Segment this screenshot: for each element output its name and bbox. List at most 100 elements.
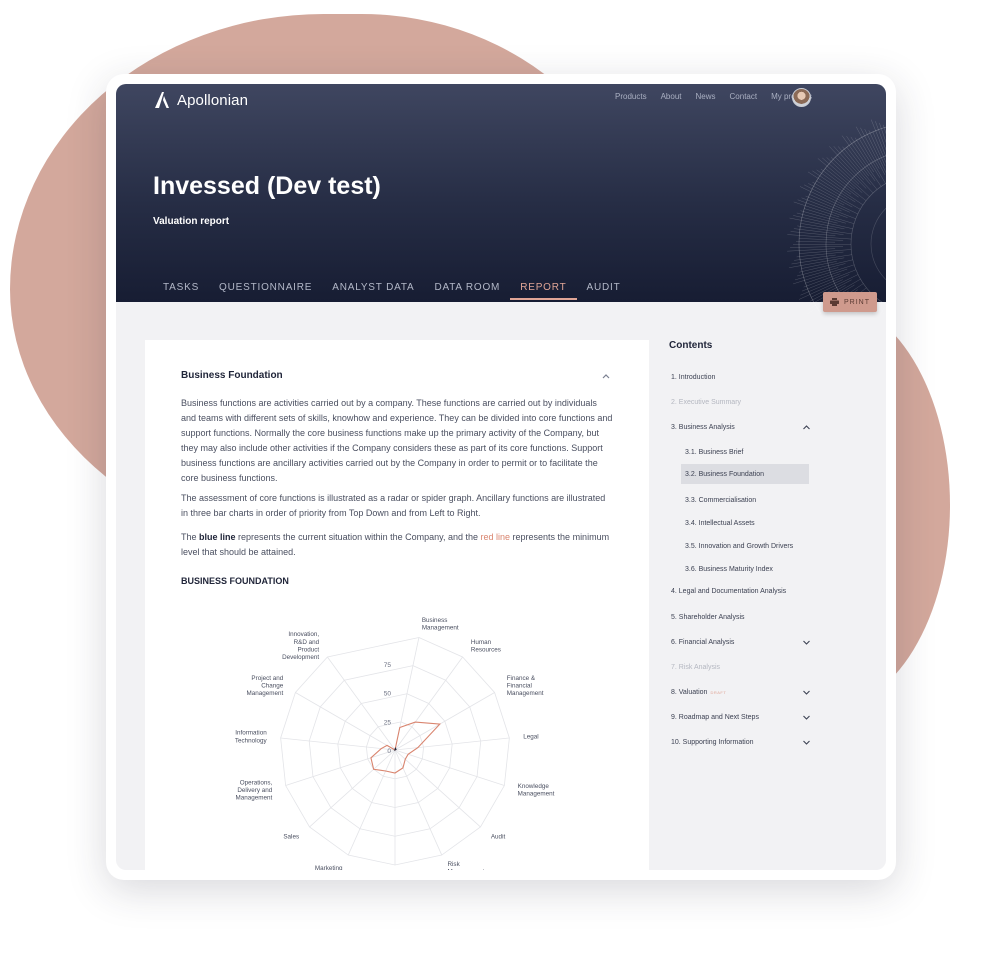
radar-axis-line [285,749,396,786]
toc-item-label: 2. Executive Summary [671,398,742,406]
toc-item[interactable]: 9. Roadmap and Next Steps [671,711,811,723]
top-navigation: ProductsAboutNewsContactMy projects [615,92,812,101]
toc-item-label: 3.6. Business Maturity Index [685,565,773,573]
toc-item[interactable]: 4. Legal and Documentation Analysis [671,585,811,597]
toc-item-label: 7. Risk Analysis [671,663,721,671]
toc-item-label: 6. Financial Analysis [671,638,735,646]
chevron-up-icon[interactable] [802,424,811,431]
nav-link-contact[interactable]: Contact [730,92,758,101]
brand-name: Apollonian [177,91,249,109]
nav-link-about[interactable]: About [661,92,682,101]
toc-item-label: 3.1. Business Brief [685,448,744,456]
toc-item[interactable]: 3.6. Business Maturity Index [685,563,809,575]
print-label: PRINT [844,298,870,306]
nav-link-products[interactable]: Products [615,92,647,101]
radar-tick-label: 75 [384,662,392,669]
toc-item-label: 3.5. Innovation and Growth Drivers [685,542,794,550]
avatar[interactable] [792,88,811,107]
legend-note-text: represents the current situation within … [235,532,481,542]
radar-axis-line [394,749,481,828]
report-section-card: Business Foundation Business functions a… [145,340,649,870]
radar-axis-label: Risk Management [447,861,484,870]
paragraph: The assessment of core functions is illu… [181,493,606,518]
nav-link-news[interactable]: News [696,92,716,101]
contents-title: Contents [669,340,713,351]
radar-axis-label: Operations, Delivery and Management [236,779,273,801]
chart-title: BUSINESS FOUNDATION [181,576,289,586]
radar-axis-label: Human Resources [471,639,501,654]
chevron-down-icon[interactable] [802,714,811,721]
tab-tasks[interactable]: TASKS [153,280,209,300]
toc-item[interactable]: 1. Introduction [671,371,811,383]
radar-axis-label: Marketing [315,865,343,870]
toc-item[interactable]: 8. Valuation DRAFT [671,686,811,698]
toc-item[interactable]: 3.1. Business Brief [685,446,809,458]
toc-item[interactable]: 7. Risk Analysis [671,661,811,673]
radar-axis-label: Information Technology [235,730,268,745]
radar-axis-label: Project and Change Management [247,675,284,697]
radar-axis-label: Sales [283,833,299,840]
toc-item-label: 5. Shareholder Analysis [671,613,745,621]
toc-item[interactable]: 10. Supporting Information [671,736,811,748]
blue-line-label: blue line [199,532,236,542]
toc-item-label: 3.3. Commercialisation [685,496,757,504]
toc-item[interactable]: 5. Shareholder Analysis [671,611,811,623]
tab-analyst-data[interactable]: ANALYST DATA [322,280,424,300]
toc-item-label: 4. Legal and Documentation Analysis [671,587,787,595]
radar-tick-label: 0 [387,748,391,755]
tab-questionnaire[interactable]: QUESTIONNAIRE [209,280,322,300]
page-title: Invessed (Dev test) [153,172,381,200]
chevron-up-icon[interactable] [601,372,611,380]
radar-tick-label: 25 [384,719,392,726]
radar-series-blue-line [394,747,397,752]
toc-item[interactable]: 6. Financial Analysis [671,636,811,648]
draft-badge: DRAFT [710,689,727,695]
radar-tick-label: 50 [384,691,392,698]
print-button[interactable]: PRINT [823,292,877,312]
device-frame: Apollonian ProductsAboutNewsContactMy pr… [106,74,896,880]
toc-item-label: 8. Valuation [671,688,708,696]
tab-report[interactable]: REPORT [510,280,577,300]
chevron-down-icon[interactable] [802,639,811,646]
tab-audit[interactable]: AUDIT [577,280,631,300]
legend-note-text: The [181,532,200,542]
toc-item[interactable]: 3.3. Commercialisation [685,494,809,506]
brand-logo[interactable]: Apollonian [153,91,248,109]
section-title: Business Foundation [181,370,283,381]
radar-axis-line [309,749,396,828]
toc-item-label: 3.4. Intellectual Assets [685,519,755,527]
toc-item[interactable]: 3.2. Business Foundation [681,464,809,484]
page-header: Apollonian ProductsAboutNewsContactMy pr… [116,84,886,314]
printer-icon [830,298,839,306]
radar-axis-label: Finance & Financial Management [507,675,544,697]
toc-item[interactable]: 2. Executive Summary [671,396,811,408]
page-subtitle: Valuation report [153,216,230,227]
apollonian-logo-icon [155,92,169,108]
radar-axis-label: Innovation, R&D and Product Development [282,631,320,661]
app-screen: Apollonian ProductsAboutNewsContactMy pr… [116,84,886,870]
paragraph: Business functions are activities carrie… [181,398,613,483]
toc-item[interactable]: 3.4. Intellectual Assets [685,517,809,529]
radar-axis-line [394,749,505,786]
toc-item-label: 1. Introduction [671,373,716,381]
radar-axis-label: Legal [523,734,538,741]
toc-item[interactable]: 3.5. Innovation and Growth Drivers [685,540,809,552]
tab-data-room[interactable]: DATA ROOM [424,280,510,300]
radar-axis-label: Business Management [422,617,459,632]
legend-note: The blue line represents the current sit… [181,530,613,560]
section-header[interactable]: Business Foundation [181,370,611,381]
report-tabs: TASKS QUESTIONNAIRE ANALYST DATA DATA ROOM R… [153,280,631,302]
toc-item-label: 3.2. Business Foundation [685,470,764,478]
chevron-down-icon[interactable] [802,739,811,746]
decorative-ring-graphic [787,119,886,314]
toc-item-label: 9. Roadmap and Next Steps [671,713,759,721]
toc-item-label: 10. Supporting Information [671,738,754,746]
toc-item-label: 3. Business Analysis [671,423,735,431]
chevron-down-icon[interactable] [802,689,811,696]
radar-axis-label: Knowledge Management [518,783,555,798]
toc-item[interactable]: 3. Business Analysis [671,421,811,433]
radar-axis-line [327,656,396,751]
red-line-label: red line [480,532,511,542]
radar-chart: 0 25 50 75 Business Management Human Resources F… [235,617,555,870]
radar-axis-label: Audit [491,833,506,840]
